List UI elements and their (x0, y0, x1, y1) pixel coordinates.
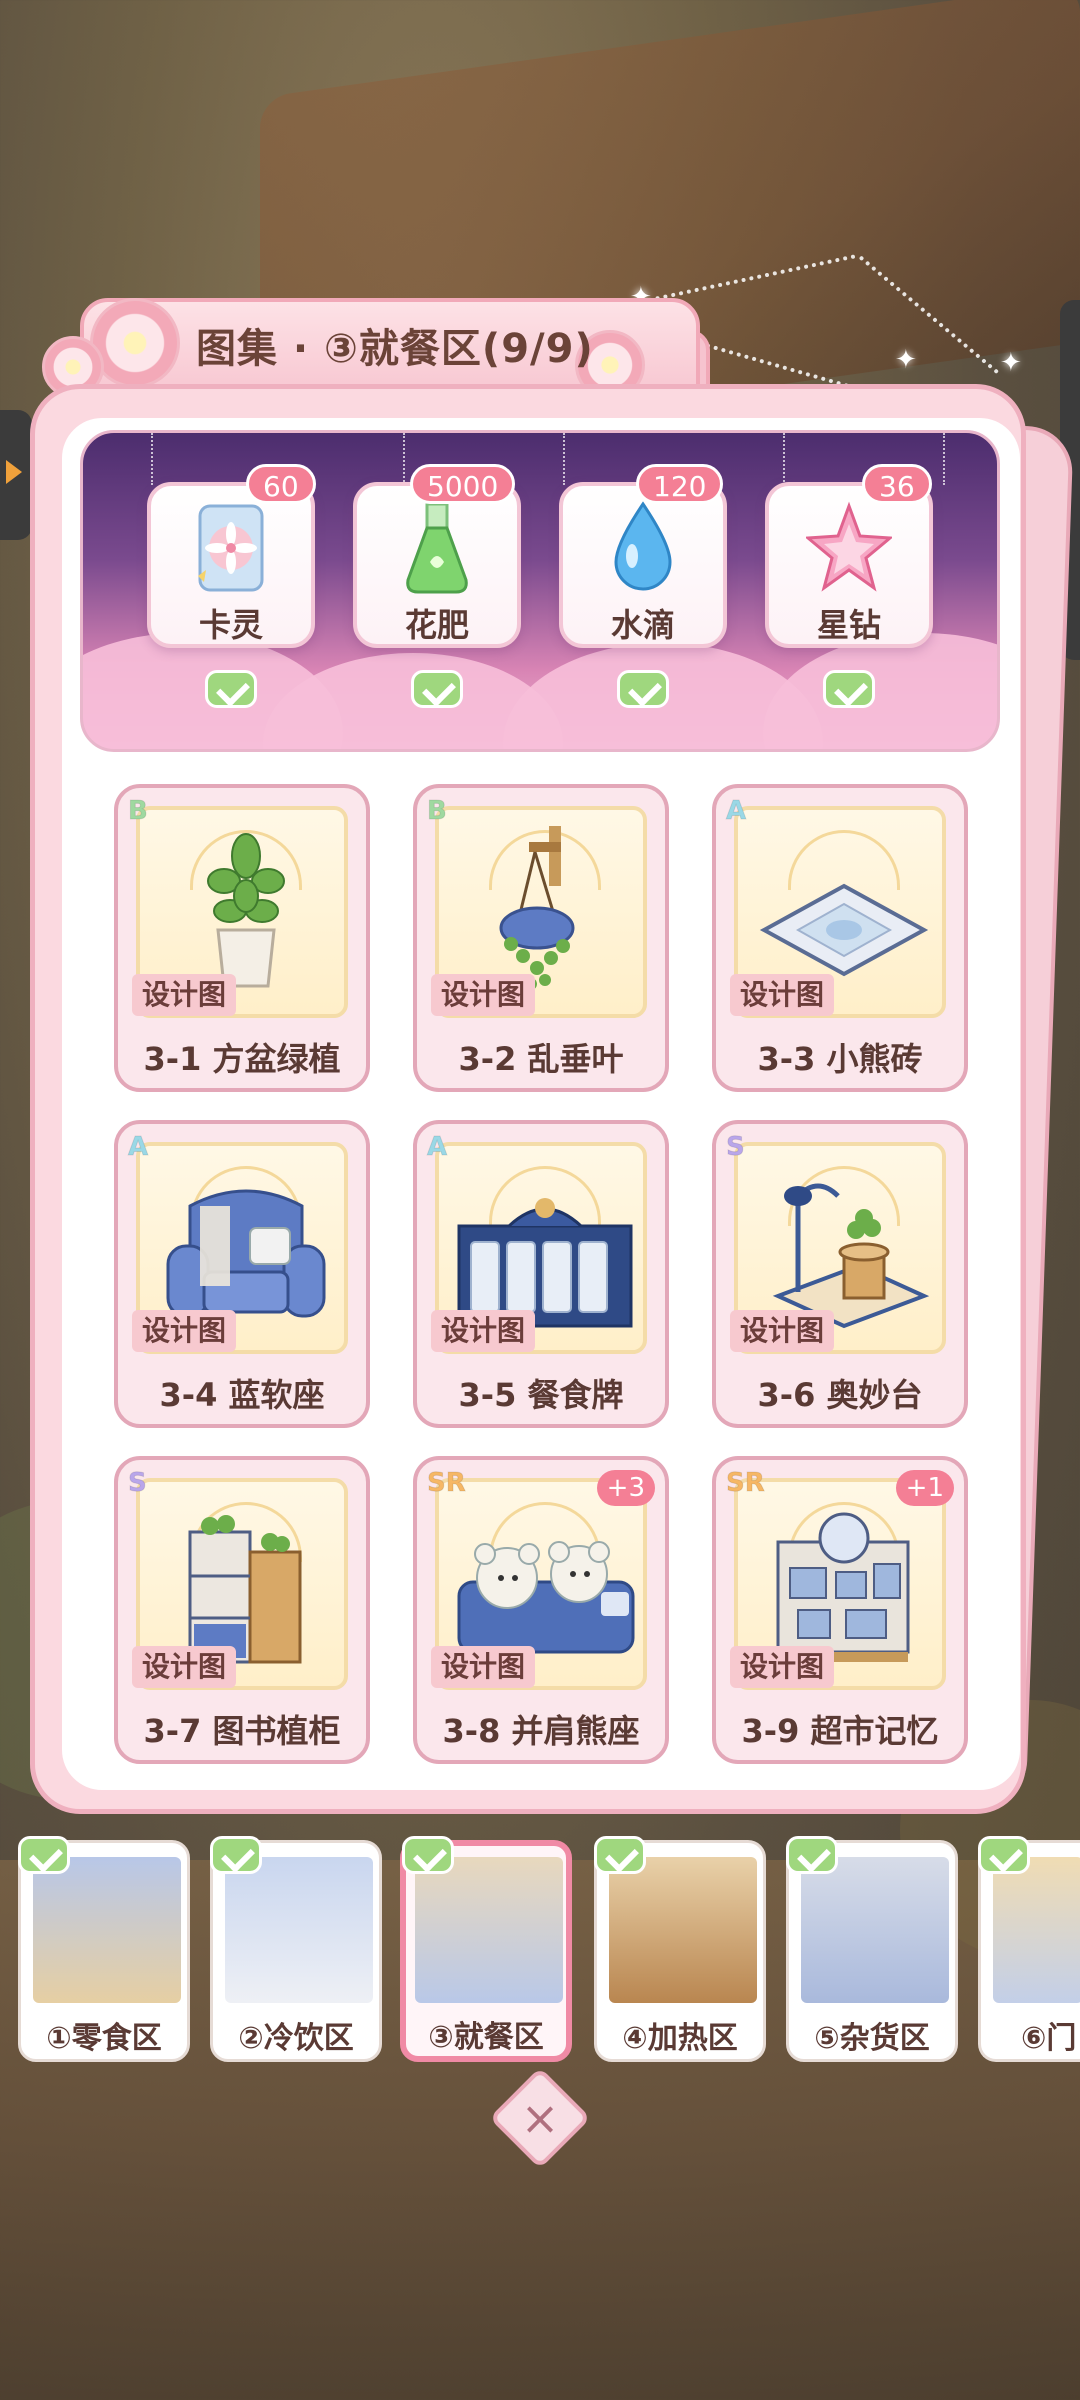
potted-plant-icon (207, 833, 285, 988)
reward-card-spirit[interactable]: 卡灵 (147, 482, 315, 648)
reward-label: 花肥 (404, 606, 469, 644)
check-icon (402, 1836, 454, 1874)
reward-label: 水滴 (610, 606, 675, 644)
blueprint-tag: 设计图 (132, 974, 237, 1016)
blueprint-tag: 设计图 (730, 1310, 835, 1352)
rarity-badge: S (726, 1132, 746, 1163)
blueprint-tag: 设计图 (730, 974, 835, 1016)
zone-thumbnail (225, 1857, 373, 2003)
decor-string (151, 433, 153, 485)
zone-thumbnail (801, 1857, 949, 2003)
collection-card[interactable]: B 设计图 3-2 乱垂叶 (413, 784, 669, 1092)
check-icon (411, 670, 463, 708)
zone-label: ⑥门 (1021, 2021, 1077, 2056)
collection-card[interactable]: SR +3 设计图 3-8 并肩熊座 (413, 1456, 669, 1764)
collection-card[interactable]: SR +1 设计图 3-9 超市记忆 (712, 1456, 968, 1764)
decor-string (403, 433, 405, 485)
collection-card[interactable]: A 设计图 3-5 餐食牌 (413, 1120, 669, 1428)
check-icon (823, 670, 875, 708)
reward-label: 卡灵 (198, 606, 263, 644)
rarity-badge: A (426, 1132, 448, 1163)
decor-string (563, 433, 565, 485)
check-icon (594, 1836, 646, 1874)
card-name: 3-1 方盆绿植 (143, 1040, 341, 1078)
reward-label: 星钻 (816, 606, 881, 644)
card-name: 3-2 乱垂叶 (458, 1040, 624, 1078)
zone-thumbnail (993, 1857, 1080, 2003)
rarity-badge: SR (726, 1468, 766, 1499)
blueprint-tag: 设计图 (431, 974, 536, 1016)
card-name: 3-7 图书植柜 (143, 1712, 341, 1750)
zone-label: ②冷饮区 (238, 2021, 354, 2056)
check-icon (786, 1836, 838, 1874)
zone-label: ①零食区 (46, 2021, 162, 2056)
decor-cloud (763, 633, 997, 749)
card-name: 3-3 小熊砖 (757, 1040, 923, 1078)
rarity-badge: S (128, 1468, 148, 1499)
card-name: 3-5 餐食牌 (458, 1376, 624, 1414)
reward-count-badge: 60 (246, 464, 316, 504)
check-icon (18, 1836, 70, 1874)
collection-card[interactable]: S 设计图 3-6 奥妙台 (712, 1120, 968, 1428)
zone-thumbnail (415, 1857, 563, 2003)
rarity-badge: B (427, 796, 448, 827)
check-icon (978, 1836, 1030, 1874)
zone-thumbnail (33, 1857, 181, 2003)
check-icon (617, 670, 669, 708)
blueprint-tag: 设计图 (431, 1646, 536, 1688)
blueprint-tag: 设计图 (132, 1646, 237, 1688)
sparkle-icon: ✦ (1000, 348, 1022, 378)
blueprint-tag: 设计图 (730, 1646, 835, 1688)
card-name: 3-6 奥妙台 (757, 1376, 923, 1414)
reward-fertilizer[interactable]: 花肥 (353, 482, 521, 648)
blueprint-tag: 设计图 (132, 1310, 237, 1352)
check-icon (205, 670, 257, 708)
decor-string (783, 433, 785, 485)
arrow-right-icon (6, 460, 22, 484)
reward-star-diamond[interactable]: 星钻 (765, 482, 933, 648)
zone-label: ③就餐区 (428, 2020, 544, 2055)
reward-count-badge: 120 (636, 464, 724, 504)
fertilizer-flask-icon (400, 500, 474, 600)
zone-thumbnail (609, 1857, 757, 2003)
rarity-badge: A (725, 796, 747, 827)
bear-sofa-icon (457, 1541, 635, 1654)
rarity-badge: SR (427, 1468, 467, 1499)
side-panel-toggle[interactable] (0, 410, 32, 540)
collection-card[interactable]: B 设计图 3-1 方盆绿植 (114, 784, 370, 1092)
rarity-badge: B (128, 796, 149, 827)
rarity-badge: A (127, 1132, 149, 1163)
reward-water-drop[interactable]: 水滴 (559, 482, 727, 648)
bear-tile-icon (759, 883, 929, 977)
star-diamond-icon (804, 500, 894, 600)
decor-string (943, 433, 945, 485)
card-name: 3-8 并肩熊座 (442, 1712, 640, 1750)
flower-icon (90, 298, 180, 388)
zone-label: ④加热区 (622, 2021, 738, 2056)
check-icon (210, 1836, 262, 1874)
sparkle-icon: ✦ (895, 345, 917, 375)
card-spirit-icon (194, 500, 268, 600)
collection-card[interactable]: S 设计图 3-7 图书植柜 (114, 1456, 370, 1764)
card-name: 3-9 超市记忆 (741, 1712, 939, 1750)
page-title: 图集 · ③就餐区(9/9) (196, 326, 594, 372)
reward-count-badge: 36 (862, 464, 932, 504)
duplicate-count-badge: +3 (596, 1470, 655, 1506)
zone-label: ⑤杂货区 (814, 2021, 930, 2056)
close-icon: × (520, 2091, 560, 2145)
reward-count-badge: 5000 (410, 464, 516, 504)
blueprint-tag: 设计图 (431, 1310, 536, 1352)
duplicate-count-badge: +1 (895, 1470, 954, 1506)
card-name: 3-4 蓝软座 (159, 1376, 325, 1414)
water-drop-icon (606, 500, 680, 600)
collection-card[interactable]: A 设计图 3-4 蓝软座 (114, 1120, 370, 1428)
collection-card[interactable]: A 设计图 3-3 小熊砖 (712, 784, 968, 1092)
